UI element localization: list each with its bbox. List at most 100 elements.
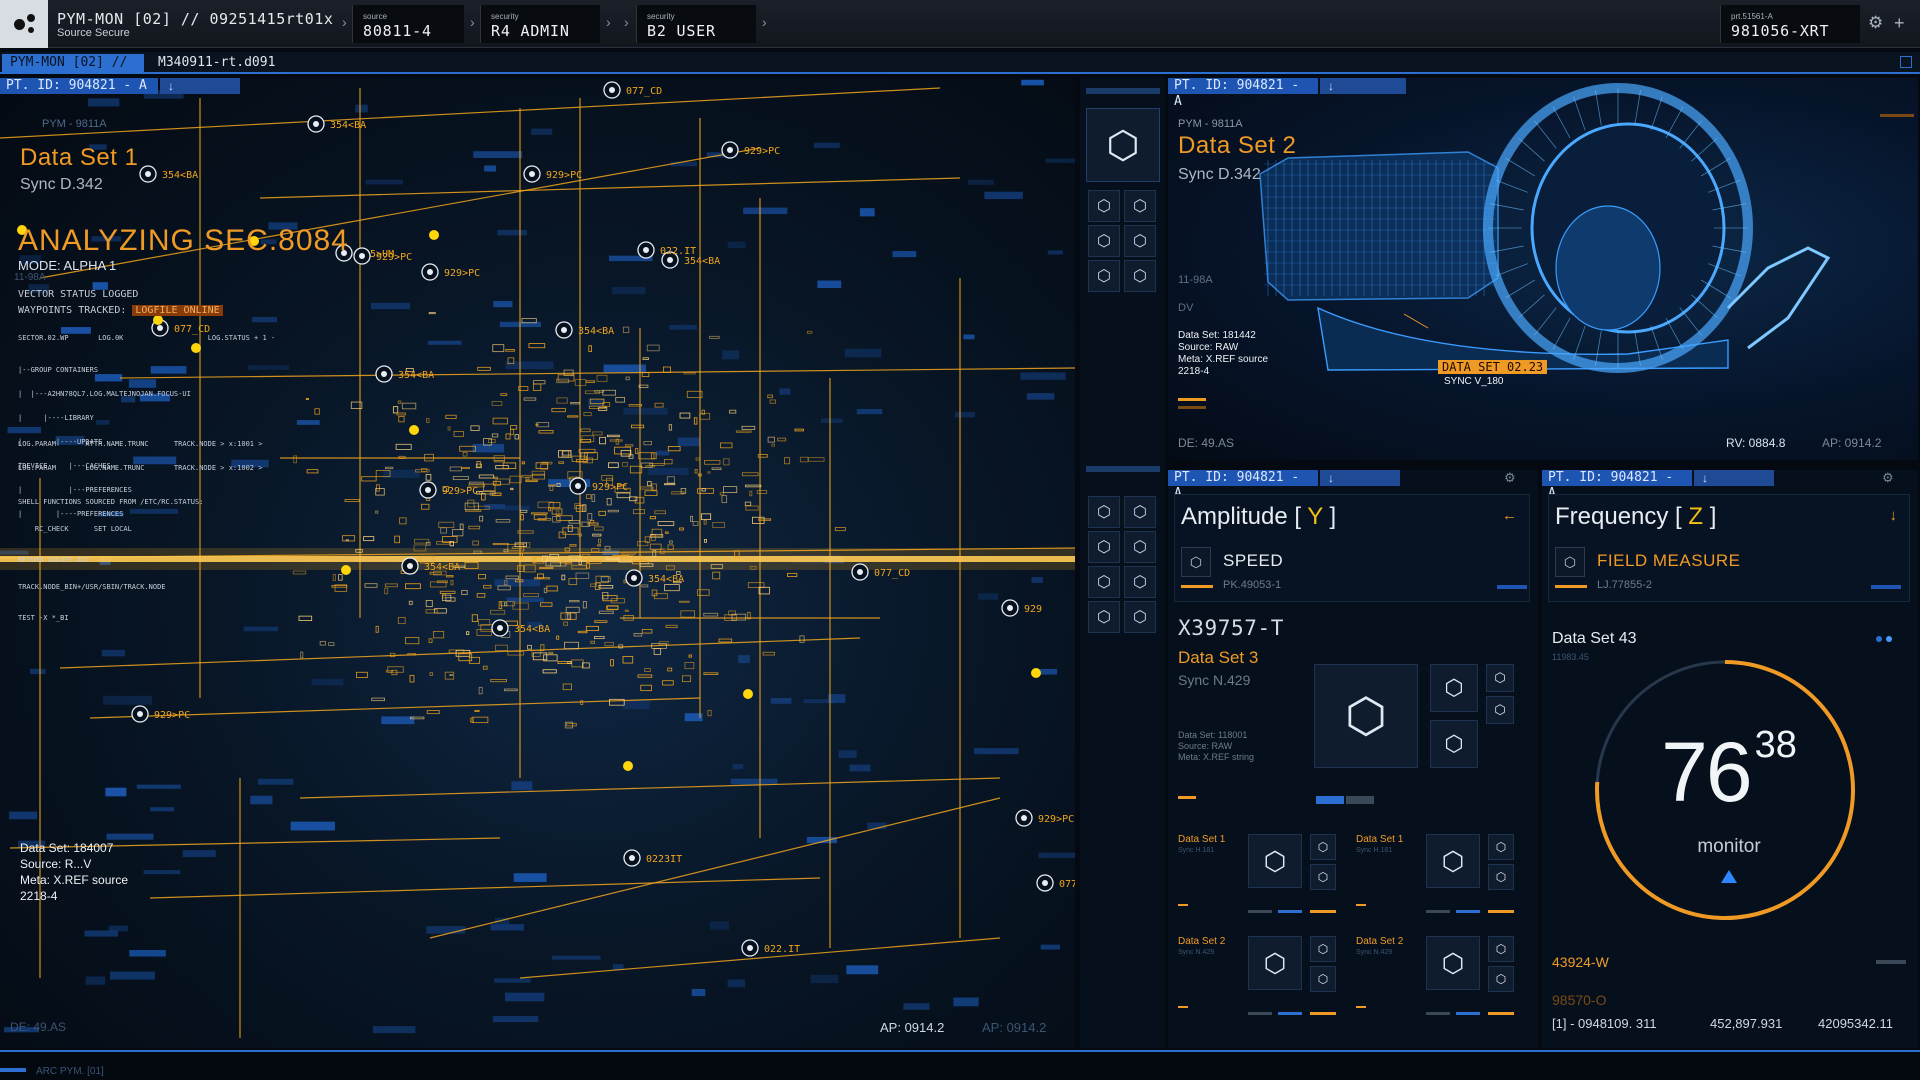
circuit-node [654, 510, 666, 515]
circuit-node [408, 600, 413, 605]
circuit-node [664, 458, 673, 465]
cube-icon[interactable]: ⬡ [1310, 864, 1336, 890]
cube-icon[interactable]: ⬡ [1088, 225, 1120, 257]
prt-readout[interactable]: prt.51561-A 981056-XRT [1720, 5, 1860, 43]
cube-icon[interactable]: ⬡ [1088, 496, 1120, 528]
cube-icon[interactable]: ⬡ [1426, 936, 1480, 990]
cube-icon[interactable]: ⬡ [1088, 260, 1120, 292]
cube-icon[interactable]: ⬡ [1248, 936, 1302, 990]
tab-m340911[interactable]: M340911-rt.d091 [158, 55, 275, 70]
circuit-node [744, 501, 752, 506]
sync-label: Sync N.429 [1178, 672, 1251, 688]
circuit-node [756, 490, 768, 494]
shell-line: SHELL FUNCTIONS SOURCED FROM /ETC/RC.STA… [18, 498, 204, 506]
grid-tile [243, 626, 279, 632]
cube-icon[interactable]: ⬡ [1124, 601, 1156, 633]
cube-icon[interactable]: ⬡ [1124, 190, 1156, 222]
cube-icon[interactable]: ⬡ [1124, 531, 1156, 563]
circuit-node [693, 417, 698, 425]
mini-dataset-card[interactable]: Data Set 2 Sync N.429 ⬡ ⬡ ⬡ [1352, 936, 1522, 1032]
source-selector[interactable]: source 80811-4 [352, 5, 464, 43]
circuit-node [492, 344, 505, 353]
security-selector-admin[interactable]: security R4 ADMIN [480, 5, 600, 43]
circuit-node [504, 688, 518, 692]
cube-icon[interactable]: ⬡ [1088, 190, 1120, 222]
mini-card-title: Data Set 2 [1356, 936, 1404, 947]
circuit-node [375, 510, 379, 514]
pt-id-dropdown[interactable]: ↓ [160, 78, 240, 94]
cube-icon[interactable]: ⬡ [1088, 531, 1120, 563]
mini-dataset-card[interactable]: Data Set 1 Sync H.181 ⬡ ⬡ ⬡ [1352, 834, 1522, 930]
cube-icon[interactable]: ⬡ [1430, 720, 1478, 768]
cube-icon[interactable]: ⬡ [1088, 566, 1120, 598]
cube-outline-icon[interactable]: ⬡ [1555, 547, 1585, 577]
data-set-2-panel: PT. ID: 904821 - A ↓ PYM - 9811A Data Se… [1168, 78, 1918, 460]
mini-card-sync: Sync N.429 [1356, 949, 1393, 956]
cube-icon[interactable]: ⬡ [1310, 936, 1336, 962]
mini-dataset-card[interactable]: Data Set 1 Sync H.181 ⬡ ⬡ ⬡ [1174, 834, 1344, 930]
grid-tile [844, 348, 882, 358]
cube-icon[interactable]: ⬡ [1088, 601, 1120, 633]
cube-icon[interactable]: ⬡ [1310, 834, 1336, 860]
status-dot [1876, 636, 1882, 642]
cube-icon[interactable]: ⬡ [1248, 834, 1302, 888]
circuit-node [711, 467, 722, 470]
circuit-node [452, 476, 469, 481]
cube-icon[interactable]: ⬡ [1488, 966, 1514, 992]
cube-icon[interactable]: ⬡ [1488, 936, 1514, 962]
waypoint-label: 354<BA [424, 562, 460, 573]
chevron-right-icon: › [342, 14, 347, 30]
cube-icon[interactable]: ⬡ [1488, 834, 1514, 860]
arrow-down-icon[interactable]: ↓ [1890, 507, 1898, 524]
gear-icon[interactable]: ⚙ [1868, 13, 1883, 33]
cube-icon[interactable]: ⬡ [1124, 260, 1156, 292]
circuit-node [671, 491, 685, 495]
expand-icon[interactable] [1900, 56, 1912, 68]
circuit-node [565, 606, 580, 613]
circuit-node [587, 513, 593, 521]
circuit-node [721, 495, 728, 504]
bottom-bar: ARC PYM. [01] [0, 1050, 1920, 1080]
data-set-title: Data Set 43 [1552, 630, 1637, 647]
cube-icon[interactable]: ⬡ [1086, 108, 1160, 182]
info-line: Data Set: 184007 [20, 841, 114, 855]
gear-icon[interactable]: ⚙ [1882, 470, 1894, 486]
gear-icon[interactable]: ⚙ [1504, 470, 1516, 486]
tab-pym-mon[interactable]: PYM-MON [02] // [2, 54, 144, 72]
grid-tile [743, 207, 788, 215]
cube-icon[interactable]: ⬡ [1486, 696, 1514, 724]
cube-icon[interactable]: ⬡ [1124, 496, 1156, 528]
waypoint-label: 354<BA [398, 370, 434, 381]
security-selector-user[interactable]: security B2 USER [636, 5, 756, 43]
cube-icon[interactable]: ⬡ [1426, 834, 1480, 888]
gauge-readout: 76 38 [1634, 724, 1824, 821]
mini-dataset-card[interactable]: Data Set 2 Sync N.429 ⬡ ⬡ ⬡ [1174, 936, 1344, 1032]
cube-icon[interactable]: ⬡ [1314, 664, 1418, 768]
cube-icon[interactable]: ⬡ [1486, 664, 1514, 692]
circuit-node [597, 544, 601, 547]
pt-id-dropdown[interactable]: ↓ [1320, 78, 1406, 94]
circuit-node [363, 536, 375, 542]
cube-icon[interactable]: ⬡ [1124, 225, 1156, 257]
circuit-node [586, 494, 592, 499]
cube-icon[interactable]: ⬡ [1488, 864, 1514, 890]
app-logo-icon[interactable] [0, 0, 48, 48]
waypoint-label: 077_CD [874, 568, 910, 579]
cube-icon[interactable]: ⬡ [1310, 966, 1336, 992]
cube-icon[interactable]: ⬡ [1430, 664, 1478, 712]
circuit-node [615, 396, 625, 403]
grid-tile [1020, 372, 1066, 380]
engine-model [1259, 83, 1831, 373]
circuit-node [491, 433, 499, 438]
pt-id-dropdown[interactable]: ↓ [1694, 470, 1774, 486]
cube-icon[interactable]: ⬡ [1124, 566, 1156, 598]
grid-tile [513, 873, 547, 882]
circuit-node [610, 659, 614, 667]
pt-id-dropdown[interactable]: ↓ [1320, 470, 1400, 486]
cube-outline-icon[interactable]: ⬡ [1181, 547, 1211, 577]
engine-body [1259, 151, 1499, 301]
grid-tile [490, 924, 524, 931]
waypoint-marker: 354<BA [555, 321, 614, 339]
plus-icon[interactable]: + [1894, 13, 1905, 34]
arrow-left-icon[interactable]: ← [1502, 507, 1517, 524]
